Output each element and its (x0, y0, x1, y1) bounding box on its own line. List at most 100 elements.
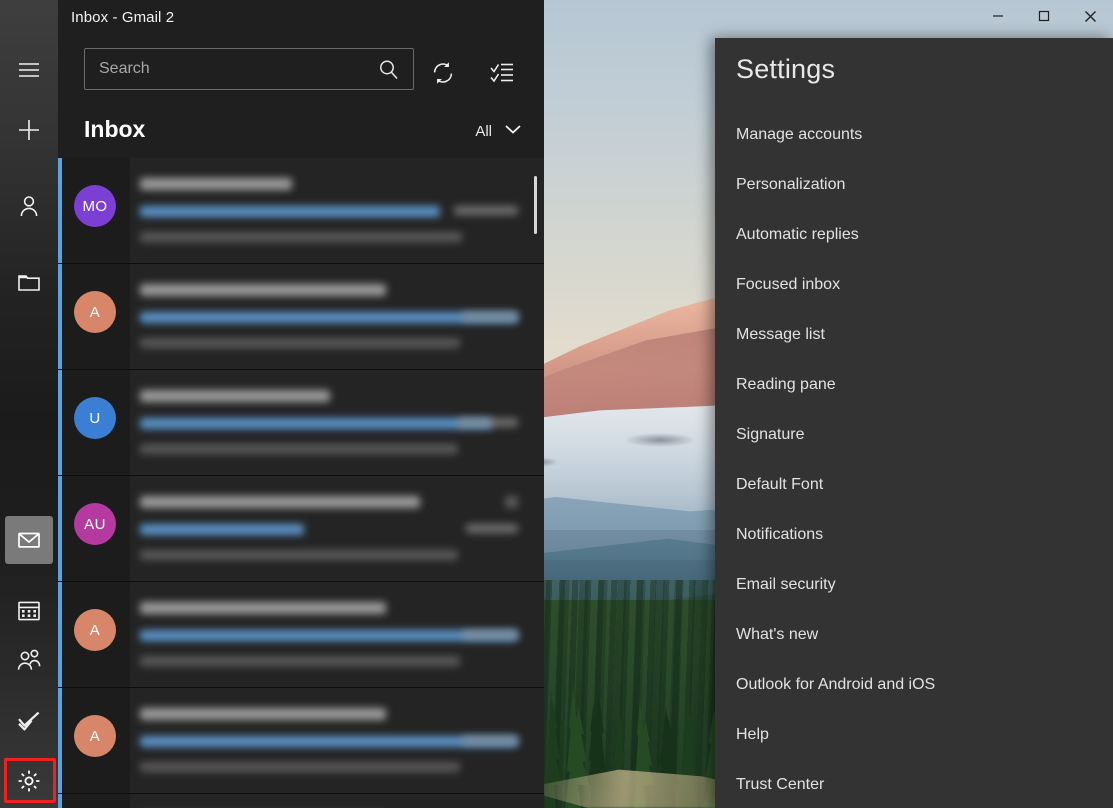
message-sender-redacted (140, 284, 386, 296)
plus-icon (16, 117, 42, 143)
message-list-header: Inbox All (58, 102, 544, 158)
minimize-button[interactable] (975, 0, 1021, 32)
search-input[interactable] (99, 49, 369, 89)
message-date-redacted (462, 312, 518, 321)
avatar[interactable]: AU (74, 503, 116, 545)
people-icon (16, 647, 42, 673)
message-list-item[interactable]: A (58, 688, 544, 794)
search-row (58, 40, 544, 98)
message-list-item[interactable]: A (58, 794, 544, 808)
message-summary (130, 264, 544, 369)
rail-item-folders[interactable] (5, 258, 53, 306)
filter-label: All (475, 123, 492, 140)
avatar[interactable]: A (74, 715, 116, 757)
rail-item-accounts[interactable] (5, 182, 53, 230)
message-preview-redacted (140, 232, 462, 242)
message-preview-redacted (140, 550, 458, 560)
message-list[interactable]: MOAUAUAAA (58, 158, 544, 808)
message-list-item[interactable]: U (58, 370, 544, 476)
mail-title-bar: Inbox - Gmail 2 (58, 0, 544, 36)
message-sender-redacted (140, 390, 330, 402)
page-title: Inbox (84, 116, 145, 143)
search-box[interactable] (84, 48, 414, 90)
close-button[interactable] (1067, 0, 1113, 32)
rail-item-settings[interactable] (5, 757, 53, 805)
gear-icon (16, 768, 42, 794)
message-preview-redacted (140, 444, 458, 454)
chevron-down-icon (504, 122, 522, 140)
filter-dropdown[interactable]: All (475, 122, 522, 140)
search-icon[interactable] (377, 58, 401, 87)
settings-item[interactable]: Signature (715, 410, 1113, 460)
settings-item[interactable]: Email security (715, 560, 1113, 610)
settings-item[interactable]: Reading pane (715, 360, 1113, 410)
rail-item-tasks[interactable] (5, 696, 53, 744)
message-summary (130, 370, 544, 475)
mail-icon (16, 527, 42, 553)
settings-pane: Settings Manage accountsPersonalizationA… (715, 38, 1113, 808)
settings-item[interactable]: What's new (715, 610, 1113, 660)
settings-item[interactable]: Focused inbox (715, 260, 1113, 310)
rail-item-people[interactable] (5, 636, 53, 684)
message-sender-redacted (140, 602, 386, 614)
message-date-redacted (458, 418, 518, 427)
attachment-icon-redacted (505, 496, 518, 508)
rail-item-mail[interactable] (5, 516, 53, 564)
rail-item-hamburger[interactable] (5, 46, 53, 94)
settings-item[interactable]: Message list (715, 310, 1113, 360)
message-list-scrollbar[interactable] (534, 176, 537, 234)
message-list-item[interactable]: MO (58, 158, 544, 264)
message-preview-redacted (140, 762, 460, 772)
message-sender-redacted (140, 708, 386, 720)
settings-item[interactable]: Outlook for Android and iOS (715, 660, 1113, 710)
maximize-button[interactable] (1021, 0, 1067, 32)
window-caption-buttons (975, 0, 1113, 32)
message-subject-redacted (140, 206, 440, 217)
avatar[interactable]: MO (74, 185, 116, 227)
rail-item-calendar[interactable] (5, 586, 53, 634)
rail-item-new-mail[interactable] (5, 106, 53, 154)
avatar[interactable]: U (74, 397, 116, 439)
calendar-icon (16, 597, 42, 623)
message-subject-redacted (140, 524, 304, 535)
message-date-redacted (466, 524, 518, 533)
message-date-redacted (462, 630, 518, 639)
settings-title: Settings (736, 54, 835, 85)
mail-window: Inbox - Gmail 2 (58, 0, 544, 808)
message-summary (130, 582, 544, 687)
message-preview-redacted (140, 656, 460, 666)
settings-item-list: Manage accountsPersonalizationAutomatic … (715, 110, 1113, 808)
sync-button[interactable] (426, 56, 460, 90)
message-avatar-gutter (62, 794, 130, 808)
message-summary (130, 794, 544, 808)
message-list-item[interactable]: AU (58, 476, 544, 582)
settings-item[interactable]: Notifications (715, 510, 1113, 560)
message-date-redacted (454, 206, 518, 215)
message-summary (130, 476, 544, 581)
message-subject-redacted (140, 418, 492, 429)
message-list-item[interactable]: A (58, 582, 544, 688)
settings-item[interactable]: Automatic replies (715, 210, 1113, 260)
message-preview-redacted (140, 338, 460, 348)
navigation-rail (0, 0, 58, 808)
message-list-item[interactable]: A (58, 264, 544, 370)
folder-icon (16, 269, 42, 295)
message-date-redacted (462, 736, 518, 745)
settings-item[interactable]: Help (715, 710, 1113, 760)
avatar[interactable]: A (74, 291, 116, 333)
tasks-check-icon (16, 707, 42, 733)
message-sender-redacted (140, 178, 292, 190)
settings-item[interactable]: Trust Center (715, 760, 1113, 808)
settings-item[interactable]: Personalization (715, 160, 1113, 210)
person-icon (16, 193, 42, 219)
settings-item[interactable]: Manage accounts (715, 110, 1113, 160)
hamburger-icon (16, 57, 42, 83)
selection-mode-button[interactable] (485, 56, 519, 90)
window-title: Inbox - Gmail 2 (71, 9, 174, 26)
screen: Inbox - Gmail 2 (0, 0, 1113, 808)
message-summary (130, 158, 544, 263)
message-summary (130, 688, 544, 793)
avatar[interactable]: A (74, 609, 116, 651)
settings-item[interactable]: Default Font (715, 460, 1113, 510)
message-sender-redacted (140, 496, 420, 508)
